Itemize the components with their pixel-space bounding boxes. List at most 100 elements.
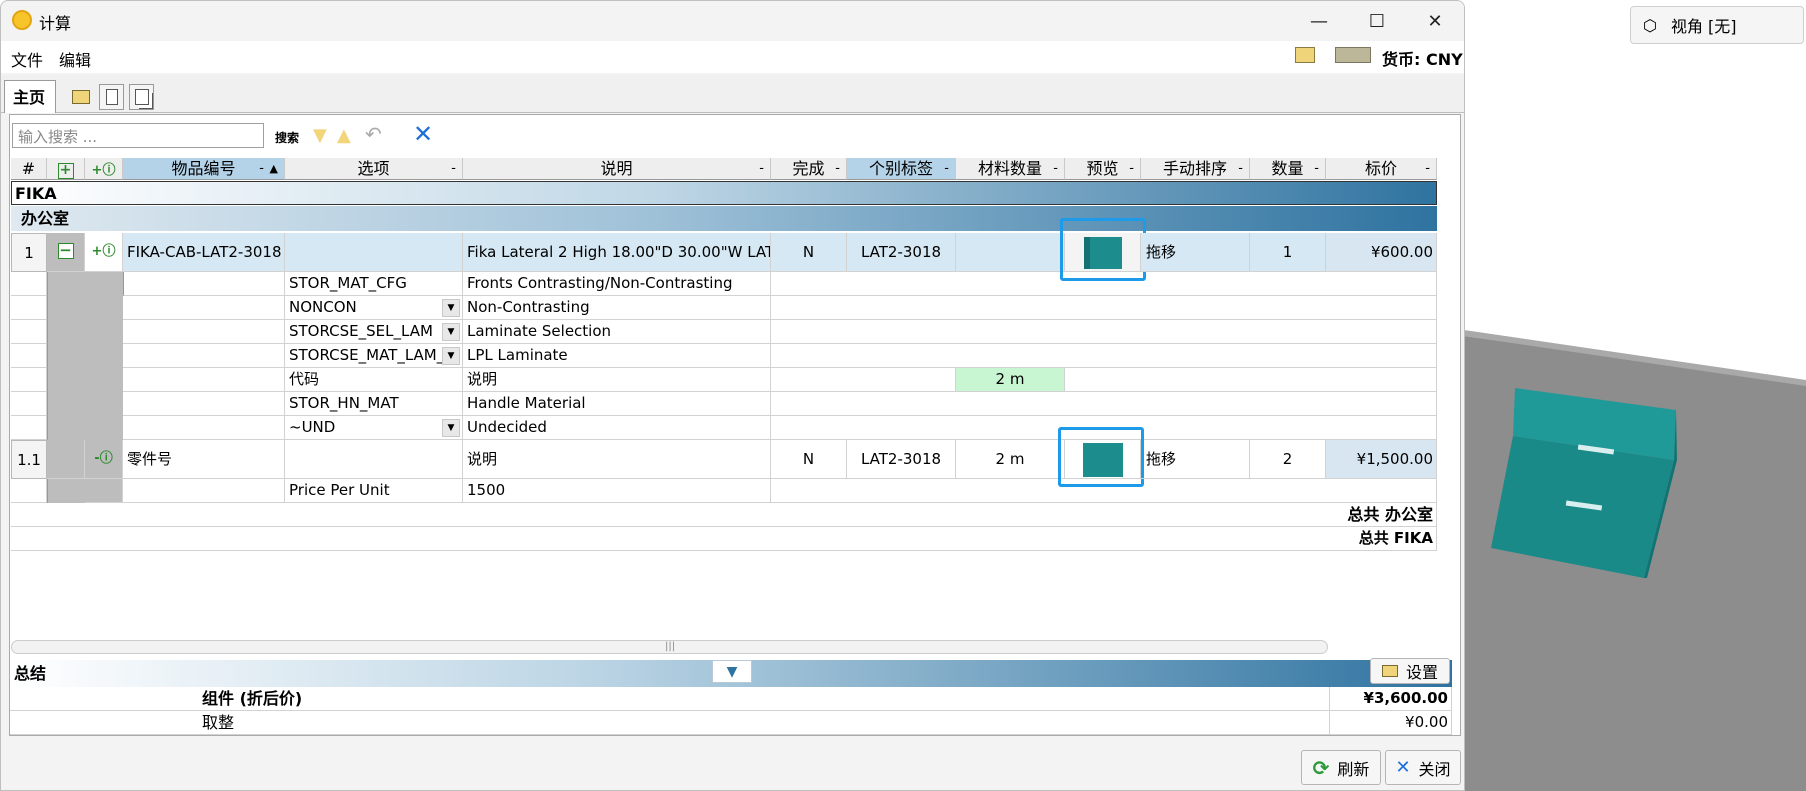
row1-desc[interactable]: Fika Lateral 2 High 18.00"D 30.00"W LAT2	[463, 233, 771, 272]
opt8-desc: 1500	[463, 479, 771, 503]
row2-num[interactable]: 1.1	[11, 440, 47, 479]
summary-line1-label: 组件 (折后价)	[10, 687, 1330, 711]
search-button[interactable]: 搜索	[275, 129, 299, 146]
close-window-button[interactable]: ✕	[1406, 1, 1464, 41]
opt2-rest	[771, 296, 1437, 320]
col-desc[interactable]: 说明 -	[463, 158, 771, 180]
row1-sort[interactable]: 拖移	[1141, 233, 1250, 272]
opt4-desc: LPL Laminate	[463, 344, 771, 368]
col-preview[interactable]: 预览 -	[1065, 158, 1141, 180]
col-item[interactable]: 物品编号 - ▲	[123, 158, 285, 180]
col-tag[interactable]: 个别标签 -	[847, 158, 956, 180]
cube-icon: ⬡	[1643, 15, 1657, 35]
tab-document-icon[interactable]	[99, 84, 124, 110]
row2-item[interactable]: 零件号	[123, 440, 285, 479]
row1-qty[interactable]: 1	[1250, 233, 1326, 272]
opt5-desc: 说明	[463, 368, 771, 392]
close-button[interactable]: ✕ 关闭	[1385, 750, 1461, 785]
3d-viewport[interactable]	[1464, 0, 1806, 791]
refresh-button[interactable]: ⟳ 刷新	[1301, 750, 1381, 785]
row2-desc[interactable]: 说明	[463, 440, 771, 479]
settings-label: 设置	[1405, 663, 1438, 682]
row1-tag[interactable]: LAT2-3018	[847, 233, 956, 272]
col-tag-label: 个别标签	[868, 159, 933, 178]
folder-icon[interactable]	[1295, 47, 1315, 63]
tree-branch	[123, 272, 285, 296]
clear-filter-icon[interactable]: ✕	[413, 120, 433, 148]
tab-strip	[1, 75, 1464, 113]
opt4-option[interactable]: STORCSE_MAT_LAM_L ▼	[285, 344, 463, 368]
opt-row-num	[11, 392, 47, 416]
tab-copy-icon[interactable]	[129, 84, 154, 110]
undo-icon[interactable]: ↶	[365, 122, 382, 146]
opt6-option[interactable]: STOR_HN_MAT	[285, 392, 463, 416]
info-icon[interactable]: -ⓘ	[85, 440, 123, 479]
opt4-option-value: STORCSE_MAT_LAM_L	[289, 346, 453, 364]
dropdown-arrow-icon[interactable]: ▼	[442, 347, 460, 365]
opt1-option[interactable]: STOR_MAT_CFG	[285, 272, 463, 296]
filter-icon[interactable]: ▼	[313, 125, 327, 146]
opt7-option[interactable]: ~UND ▼	[285, 416, 463, 440]
money-icon	[1335, 47, 1371, 63]
col-qty-label: 数量	[1271, 159, 1304, 178]
col-options[interactable]: 选项 -	[285, 158, 463, 180]
menu-file[interactable]: 文件	[11, 47, 43, 71]
info-icon[interactable]: +ⓘ	[85, 233, 123, 272]
row1-num[interactable]: 1	[11, 233, 47, 272]
row2-sort[interactable]: 拖移	[1141, 440, 1250, 479]
expand-all-icon[interactable]: +	[47, 158, 85, 180]
info-add-icon[interactable]: +ⓘ	[85, 158, 123, 180]
col-price[interactable]: 标价 -	[1326, 158, 1437, 180]
opt7-desc: Undecided	[463, 416, 771, 440]
currency-label: 货币: CNY	[1382, 50, 1463, 69]
scroll-grip[interactable]: |||	[665, 641, 675, 652]
search-input[interactable]: 输入搜索 ...	[12, 123, 264, 148]
row1-done[interactable]: N	[771, 233, 847, 272]
row2-price[interactable]: ¥1,500.00	[1326, 440, 1437, 479]
collapse-summary-icon[interactable]: ▼	[712, 660, 752, 683]
row1-item[interactable]: FIKA-CAB-LAT2-3018	[123, 233, 285, 272]
group-fika[interactable]: FIKA	[11, 181, 1437, 205]
row2-mat[interactable]: 2 m	[956, 440, 1065, 479]
view-angle-label: 视角 [无]	[1670, 17, 1737, 36]
col-qty[interactable]: 数量 -	[1250, 158, 1326, 180]
maximize-button[interactable]: ☐	[1348, 1, 1406, 41]
group-office[interactable]: 办公室	[11, 206, 1437, 231]
summary-line1-value: ¥3,600.00	[1330, 687, 1452, 711]
col-sort[interactable]: 手动排序 -	[1141, 158, 1250, 180]
opt5-mat[interactable]: 2 m	[956, 368, 1065, 392]
opt5-option[interactable]: 代码	[285, 368, 463, 392]
col-num[interactable]: #	[11, 158, 47, 180]
row2-tag[interactable]: LAT2-3018	[847, 440, 956, 479]
dropdown-arrow-icon[interactable]: ▼	[442, 299, 460, 317]
summary-line2-label: 取整	[10, 711, 1330, 735]
opt8-rest	[771, 479, 1437, 503]
opt8-option[interactable]: Price Per Unit	[285, 479, 463, 503]
col-mat[interactable]: 材料数量 -	[956, 158, 1065, 180]
dropdown-arrow-icon[interactable]: ▼	[442, 419, 460, 437]
collapse-icon[interactable]: −	[47, 233, 85, 272]
minimize-button[interactable]: —	[1290, 1, 1348, 41]
tab-image-icon[interactable]	[68, 84, 93, 110]
sort-icon[interactable]: ▲	[337, 125, 351, 146]
dropdown-arrow-icon[interactable]: ▼	[442, 323, 460, 341]
row1-mat[interactable]	[956, 233, 1065, 272]
row2-options[interactable]	[285, 440, 463, 479]
settings-button[interactable]: 设置	[1370, 658, 1450, 684]
row1-price[interactable]: ¥600.00	[1326, 233, 1437, 272]
opt3-option[interactable]: STORCSE_SEL_LAM ▼	[285, 320, 463, 344]
row2-done[interactable]: N	[771, 440, 847, 479]
view-angle-button[interactable]: ⬡ 视角 [无]	[1630, 6, 1804, 44]
tree-branch	[123, 479, 285, 503]
summary-line2-value: ¥0.00	[1330, 711, 1452, 735]
opt4-rest	[771, 344, 1437, 368]
opt2-option[interactable]: NONCON ▼	[285, 296, 463, 320]
summary-title: 总结	[14, 664, 47, 683]
opt3-option-value: STORCSE_SEL_LAM	[289, 322, 433, 340]
row1-options[interactable]	[285, 233, 463, 272]
row2-qty[interactable]: 2	[1250, 440, 1326, 479]
col-done[interactable]: 完成 -	[771, 158, 847, 180]
menu-edit[interactable]: 编辑	[59, 47, 91, 71]
col-mat-label: 材料数量	[977, 159, 1042, 178]
tab-main[interactable]: 主页	[4, 80, 56, 113]
